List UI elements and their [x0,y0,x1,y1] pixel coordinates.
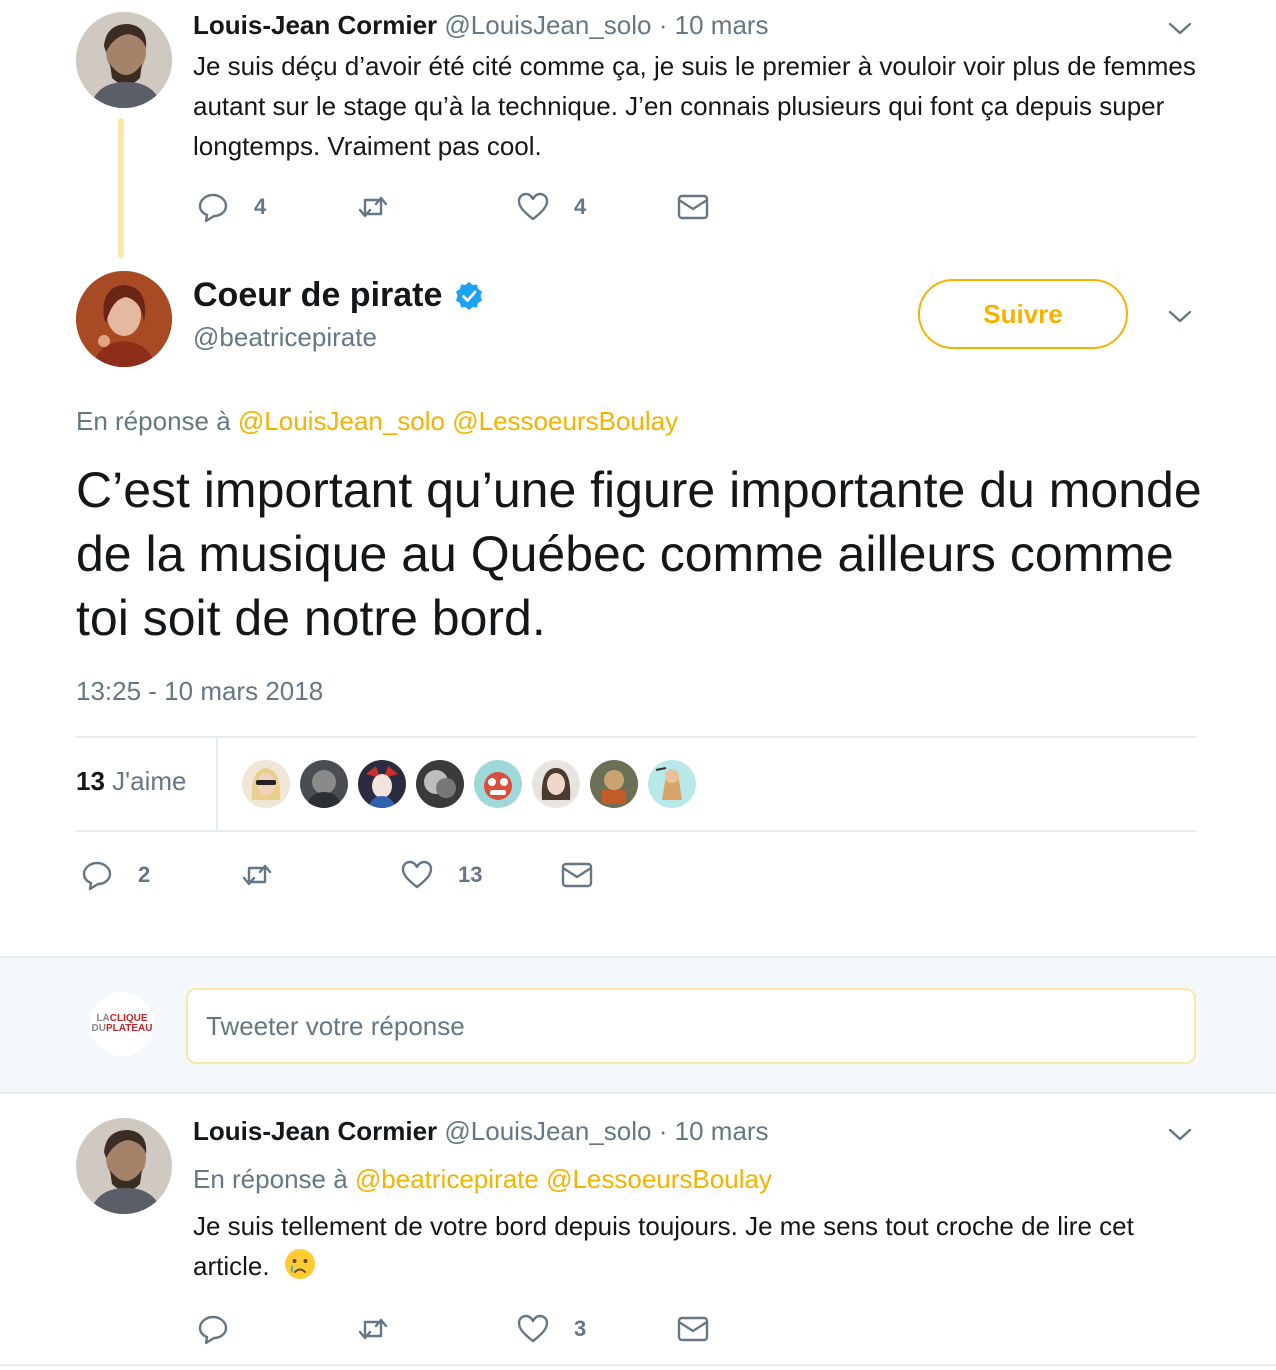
like-button[interactable]: 13 [400,858,482,892]
reply-icon [82,861,112,891]
tweet-header: Louis-Jean Cormier @LouisJean_solo · 10 … [193,1116,769,1147]
main-author: Coeur de pirate [193,276,484,315]
reply-to-label: En réponse à [76,406,231,436]
separator: · [658,10,668,40]
verified-icon [456,281,483,310]
reply-button[interactable] [196,1312,230,1346]
like-count: 13 [458,862,483,887]
dm-button[interactable] [676,190,710,224]
retweet-icon [358,196,388,218]
reply-count: 2 [138,862,151,887]
liker-avatar[interactable] [590,760,638,808]
divider [0,1364,1276,1366]
liker-avatar[interactable] [648,760,696,808]
dm-icon [677,194,709,220]
like-button[interactable]: 4 [516,190,586,224]
reply-button[interactable]: 4 [196,190,266,224]
retweet-icon [242,864,272,886]
follow-button[interactable]: Suivre [918,279,1128,349]
reply-to-line: En réponse à @LouisJean_solo @LessoeursB… [76,406,678,437]
mention-link[interactable]: @LessoeursBoulay [452,406,678,436]
liker-avatar[interactable] [242,760,290,808]
chevron-down-icon[interactable] [1166,302,1194,330]
author-handle[interactable]: @beatricepirate [193,322,377,353]
retweet-button[interactable] [240,858,274,892]
crying-emoji-icon [284,1249,315,1279]
mention-link[interactable]: @beatricepirate [355,1164,539,1194]
avatar-logo-line2: DUPLATEAU [91,1023,153,1034]
like-icon [517,1314,549,1343]
liker-avatar[interactable] [416,760,464,808]
retweet-icon [358,1318,388,1340]
tweet-header: Louis-Jean Cormier @LouisJean_solo · 10 … [193,10,769,41]
tweet-timestamp[interactable]: 13:25 - 10 mars 2018 [76,676,323,707]
tweet-actions: 4 4 [196,190,736,230]
like-icon [517,192,549,221]
chevron-down-icon[interactable] [1166,1120,1194,1148]
tweet-date[interactable]: 10 mars [675,1116,769,1146]
reply-to-line: En réponse à @beatricepirate @LessoeursB… [193,1164,772,1195]
liker-avatar[interactable] [532,760,580,808]
dm-button[interactable] [676,1312,710,1346]
like-count: 3 [574,1316,587,1341]
like-button[interactable]: 3 [516,1312,586,1346]
liker-avatar[interactable] [474,760,522,808]
reply-composer: LACLIQUE DUPLATEAU [0,956,1276,1094]
avatar-coeurdepirate[interactable] [76,271,172,367]
retweet-button[interactable] [356,1312,390,1346]
author-name[interactable]: Louis-Jean Cormier [193,10,437,40]
reply-count: 4 [254,194,267,219]
tweet-actions: 2 13 [80,858,620,898]
author-handle[interactable]: @LouisJean_solo [444,10,651,40]
reply-icon [198,1315,228,1345]
tweet-actions: 3 [196,1312,736,1352]
separator: · [658,1116,668,1146]
like-icon [401,860,433,889]
author-name[interactable]: Coeur de pirate [193,276,442,315]
dm-button[interactable] [560,858,594,892]
divider [216,738,218,830]
mention-link[interactable]: @LessoeursBoulay [546,1164,772,1194]
current-user-avatar[interactable]: LACLIQUE DUPLATEAU [90,992,154,1056]
avatar-louisjean[interactable] [76,12,172,108]
avatar-louisjean[interactable] [76,1118,172,1214]
thread-connector [118,118,124,258]
reply-icon [198,193,228,223]
dm-icon [677,1316,709,1342]
likes-summary: 13 J'aime [76,738,1196,830]
likes-label: J'aime [112,766,187,796]
like-count: 4 [574,194,587,219]
likes-count-label[interactable]: 13 J'aime [76,766,186,797]
likes-count: 13 [76,766,105,796]
dm-icon [561,862,593,888]
liker-avatar[interactable] [358,760,406,808]
tweet-text-wrapper: Je suis tellement de votre bord depuis t… [193,1206,1203,1286]
tweet-text: Je suis tellement de votre bord depuis t… [193,1211,1134,1281]
mention-link[interactable]: @LouisJean_solo [238,406,445,436]
reply-input[interactable] [186,988,1196,1064]
chevron-down-icon[interactable] [1166,14,1194,42]
author-handle[interactable]: @LouisJean_solo [444,1116,651,1146]
author-name[interactable]: Louis-Jean Cormier [193,1116,437,1146]
retweet-button[interactable] [356,190,390,224]
main-tweet-text: C’est important qu’une figure importante… [76,462,1202,646]
tweet-date[interactable]: 10 mars [675,10,769,40]
reply-button[interactable]: 2 [80,858,150,892]
divider [76,830,1196,832]
tweet-text: Je suis déçu d’avoir été cité comme ça, … [193,51,1196,161]
liker-avatar[interactable] [300,760,348,808]
reply-to-label: En réponse à [193,1164,348,1194]
